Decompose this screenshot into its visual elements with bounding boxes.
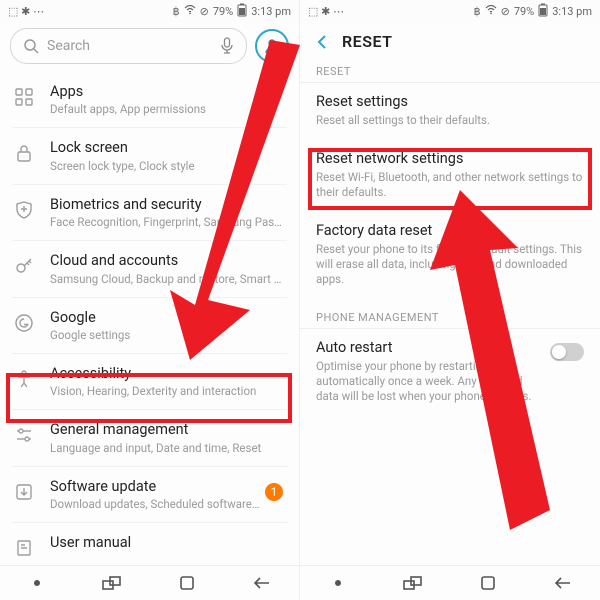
google-icon xyxy=(12,311,36,335)
nav-back[interactable] xyxy=(242,571,282,595)
search-input[interactable]: Search xyxy=(10,28,247,64)
left-phone-settings: ⬚ ✱ ⋯ ฿ ⊘ 79% 3:13 pm Search xyxy=(0,0,300,600)
bluetooth-icon: ฿ xyxy=(474,5,481,18)
search-placeholder: Search xyxy=(47,38,212,54)
grid-icon xyxy=(12,85,36,109)
search-row: Search xyxy=(0,22,299,72)
download-icon xyxy=(12,480,36,504)
status-left-icons: ⬚ ✱ ⋯ xyxy=(308,5,344,18)
nav-bar xyxy=(300,565,600,600)
sliders-icon xyxy=(12,423,36,447)
nav-back[interactable] xyxy=(543,571,583,595)
shield-icon xyxy=(12,198,36,222)
row-reset-settings[interactable]: Reset settings Reset all settings to the… xyxy=(300,83,600,140)
list-item-apps[interactable]: AppsDefault apps, App permissions xyxy=(12,72,287,128)
clock-time: 3:13 pm xyxy=(552,5,592,18)
list-item-cloud[interactable]: Cloud and accountsSamsung Cloud, Backup … xyxy=(12,241,287,297)
battery-icon xyxy=(237,3,247,20)
list-item-lock[interactable]: Lock screenScreen lock type, Clock style xyxy=(12,128,287,184)
page-header: RESET xyxy=(300,22,600,59)
back-button[interactable] xyxy=(314,34,330,50)
right-phone-reset: ⬚ ✱ ⋯ ฿ ⊘ 79% 3:13 pm RESET RESET xyxy=(300,0,600,600)
status-bar: ⬚ ✱ ⋯ ฿ ⊘ 79% 3:13 pm xyxy=(0,0,299,22)
mic-icon[interactable] xyxy=(220,37,234,55)
nav-dot[interactable] xyxy=(17,571,57,595)
page-title: RESET xyxy=(342,32,392,51)
update-badge: 1 xyxy=(265,483,283,501)
battery-icon xyxy=(538,3,548,20)
account-avatar-button[interactable] xyxy=(255,29,289,63)
list-item-software-update[interactable]: Software updateDownload updates, Schedul… xyxy=(12,467,287,523)
row-auto-restart[interactable]: Auto restart Optimise your phone by rest… xyxy=(300,329,600,416)
bluetooth-icon: ฿ xyxy=(173,5,180,18)
person-icon xyxy=(12,367,36,391)
wifi-icon xyxy=(485,5,497,18)
section-phone-management: PHONE MANAGEMENT xyxy=(300,305,600,329)
no-sim-icon: ⊘ xyxy=(200,5,209,18)
search-icon xyxy=(23,38,39,54)
nav-recents[interactable] xyxy=(92,571,132,595)
nav-bar xyxy=(0,565,299,600)
nav-home[interactable] xyxy=(468,571,508,595)
row-factory-reset[interactable]: Factory data reset Reset your phone to i… xyxy=(300,212,600,299)
nav-home[interactable] xyxy=(167,571,207,595)
wifi-icon xyxy=(184,5,196,18)
row-reset-network[interactable]: Reset network settings Reset Wi-Fi, Blue… xyxy=(300,140,600,212)
phone-mgmt-list: Auto restart Optimise your phone by rest… xyxy=(300,329,600,416)
list-item-accessibility[interactable]: AccessibilityVision, Hearing, Dexterity … xyxy=(12,354,287,410)
auto-restart-toggle[interactable] xyxy=(550,343,584,361)
reset-list: Reset settings Reset all settings to the… xyxy=(300,83,600,299)
lock-icon xyxy=(12,141,36,165)
status-bar: ⬚ ✱ ⋯ ฿ ⊘ 79% 3:13 pm xyxy=(300,0,600,22)
list-item-biometrics[interactable]: Biometrics and securityFace Recognition,… xyxy=(12,185,287,241)
book-icon xyxy=(12,536,36,560)
clock-time: 3:13 pm xyxy=(251,5,291,18)
battery-percent: 79% xyxy=(514,5,534,18)
no-sim-icon: ⊘ xyxy=(501,5,510,18)
status-left-icons: ⬚ ✱ ⋯ xyxy=(8,5,44,18)
battery-percent: 79% xyxy=(213,5,233,18)
settings-list: AppsDefault apps, App permissions Lock s… xyxy=(0,72,299,600)
list-item-google[interactable]: GoogleGoogle settings xyxy=(12,298,287,354)
section-reset: RESET xyxy=(300,59,600,83)
list-item-general-management[interactable]: General managementLanguage and input, Da… xyxy=(12,410,287,466)
key-icon xyxy=(12,254,36,278)
nav-dot[interactable] xyxy=(318,571,358,595)
nav-recents[interactable] xyxy=(393,571,433,595)
